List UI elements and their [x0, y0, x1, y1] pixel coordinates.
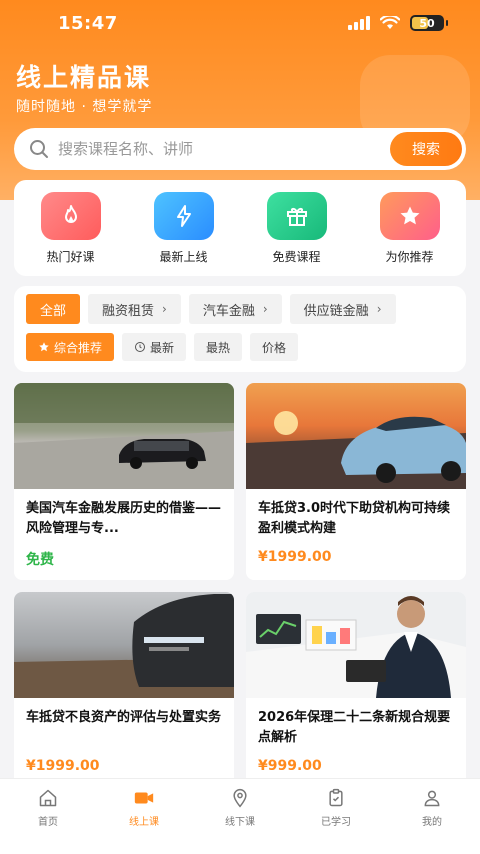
page-title: 线上精品课 — [16, 63, 152, 92]
course-price: ¥1999.00 — [258, 549, 332, 565]
category-all[interactable]: 全部 — [26, 294, 81, 324]
course-image — [14, 383, 234, 489]
tab-label: 线上课 — [129, 817, 159, 828]
filter-panel: 全部 融资租赁 › 汽车金融 › 供应链金融 › 综合推荐 最新 最热 价格 — [14, 286, 466, 372]
quick-entry-label: 热门好课 — [46, 250, 95, 264]
video-icon — [133, 787, 155, 809]
category-leasing[interactable]: 融资租赁 › — [88, 294, 181, 324]
tab-offline-courses[interactable]: 线下课 — [192, 779, 288, 854]
course-price: ¥1999.00 — [26, 758, 100, 774]
quick-entry-label: 免费课程 — [272, 250, 321, 264]
search-input[interactable] — [58, 140, 390, 158]
course-price: ¥999.00 — [258, 758, 322, 774]
tab-label: 线下课 — [225, 817, 255, 828]
search-button[interactable]: 搜索 — [390, 132, 462, 166]
course-image — [246, 592, 466, 698]
quick-entry-label: 最新上线 — [159, 250, 208, 264]
status-time: 15:47 — [58, 12, 118, 34]
quick-entry-free[interactable]: 免费课程 — [247, 192, 347, 265]
battery-icon: 50 — [410, 15, 448, 31]
course-title: 车抵贷3.0时代下助贷机构可持续盈利模式构建 — [258, 501, 451, 536]
gift-icon — [266, 192, 327, 240]
category-label: 全部 — [40, 303, 67, 319]
tab-learned[interactable]: 已学习 — [288, 779, 384, 854]
clock-icon — [135, 342, 146, 352]
user-icon — [421, 787, 443, 809]
status-bar: 15:47 50 — [0, 0, 480, 46]
category-label: 汽车金融 — [202, 303, 255, 319]
status-icons: 50 — [348, 15, 448, 31]
star-icon — [379, 192, 440, 240]
course-title: 2026年保理二十二条新规合规要点解析 — [258, 710, 451, 745]
quick-entry-new[interactable]: 最新上线 — [134, 192, 234, 265]
flame-icon — [40, 192, 101, 240]
course-title: 美国汽车金融发展历史的借鉴——风险管理与专... — [26, 501, 222, 536]
category-label: 供应链金融 — [303, 303, 369, 319]
category-tabs: 全部 融资租赁 › 汽车金融 › 供应链金融 › — [26, 294, 396, 324]
chevron-right-icon: › — [376, 302, 382, 316]
battery-level: 50 — [419, 16, 435, 30]
quick-entry-panel: 热门好课 最新上线 免费课程 为你推荐 — [14, 180, 466, 276]
category-auto-finance[interactable]: 汽车金融 › — [188, 294, 282, 324]
lightning-icon — [153, 192, 214, 240]
quick-entry-hot[interactable]: 热门好课 — [21, 192, 121, 265]
tab-online-courses[interactable]: 线上课 — [96, 779, 192, 854]
course-price: 免费 — [26, 552, 54, 568]
clipboard-icon — [325, 787, 347, 809]
quick-entry-label: 为你推荐 — [385, 250, 434, 264]
chevron-right-icon: › — [262, 302, 268, 316]
sort-options: 综合推荐 最新 最热 价格 — [26, 333, 299, 361]
course-card[interactable]: 车抵贷不良资产的评估与处置实务 ¥1999.00 — [14, 592, 234, 792]
course-title: 车抵贷不良资产的评估与处置实务 — [26, 710, 222, 725]
course-card[interactable]: 2026年保理二十二条新规合规要点解析 ¥999.00 — [246, 592, 466, 792]
search-bar: 搜索 — [14, 128, 466, 170]
sort-label: 价格 — [262, 340, 287, 355]
tab-label: 首页 — [38, 817, 58, 828]
location-icon — [229, 787, 251, 809]
tab-profile[interactable]: 我的 — [384, 779, 480, 854]
sort-hottest[interactable]: 最热 — [194, 333, 243, 361]
course-card[interactable]: 车抵贷3.0时代下助贷机构可持续盈利模式构建 ¥1999.00 — [246, 383, 466, 580]
signal-icon — [348, 16, 370, 30]
course-image — [246, 383, 466, 489]
category-label: 融资租赁 — [102, 303, 155, 319]
page-subtitle: 随时随地 · 想学就学 — [16, 99, 153, 115]
sort-newest[interactable]: 最新 — [122, 333, 187, 361]
course-image — [14, 592, 234, 698]
search-icon — [28, 138, 50, 160]
chevron-right-icon: › — [162, 302, 167, 316]
sort-label: 综合推荐 — [54, 340, 103, 355]
bottom-tab-bar: 首页 线上课 线下课 已学习 我的 — [0, 778, 480, 854]
tab-home[interactable]: 首页 — [0, 779, 96, 854]
star-icon — [39, 342, 49, 352]
wifi-icon — [380, 16, 400, 29]
tab-label: 我的 — [422, 817, 442, 828]
tab-label: 已学习 — [321, 817, 351, 828]
sort-label: 最新 — [150, 340, 175, 355]
category-supply-chain[interactable]: 供应链金融 › — [289, 294, 396, 324]
quick-entry-recommend[interactable]: 为你推荐 — [360, 192, 460, 265]
home-icon — [37, 787, 59, 809]
course-card[interactable]: 美国汽车金融发展历史的借鉴——风险管理与专... 免费 — [14, 383, 234, 580]
sort-price[interactable]: 价格 — [250, 333, 299, 361]
sort-recommended[interactable]: 综合推荐 — [26, 333, 115, 361]
sort-label: 最热 — [206, 340, 231, 355]
